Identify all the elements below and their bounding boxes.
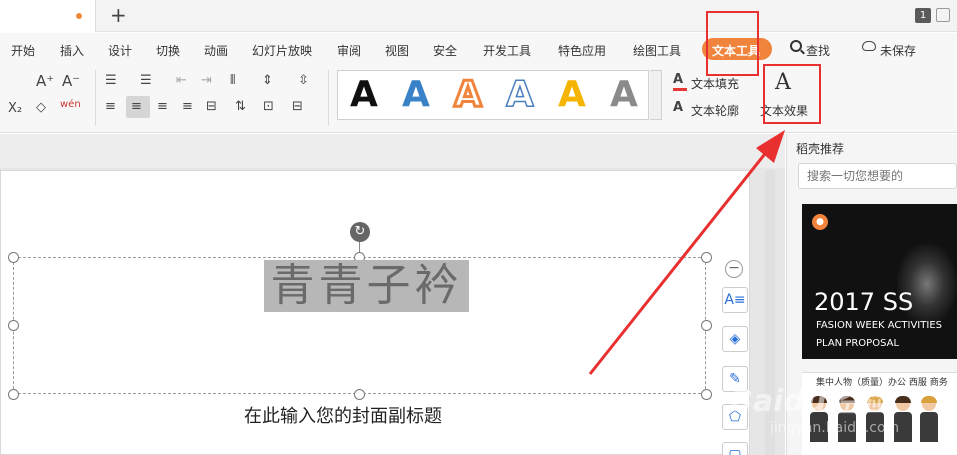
- subscript-icon[interactable]: X₂: [8, 101, 22, 117]
- card-heading: 2017 SS: [814, 288, 914, 316]
- increase-indent-icon[interactable]: ⇥: [201, 73, 212, 89]
- paragraph-spacing-icon[interactable]: ⇅: [235, 99, 246, 115]
- tab-transition[interactable]: 切换: [156, 42, 180, 59]
- panel-title[interactable]: 稻壳推荐: [796, 140, 844, 157]
- search-icon[interactable]: [790, 40, 802, 52]
- slide-subtitle[interactable]: 在此输入您的封面副标题: [244, 402, 442, 428]
- bullet-list-icon[interactable]: ☰: [105, 73, 117, 89]
- fill-color-bar: [673, 88, 687, 91]
- text-style-preset[interactable]: A: [610, 74, 638, 116]
- text-outline-icon[interactable]: A: [673, 100, 683, 116]
- resize-handle[interactable]: [701, 389, 712, 400]
- text-style-preset[interactable]: A: [453, 73, 484, 117]
- align-center-icon[interactable]: ≡: [131, 99, 142, 115]
- workspace-top-bar: [0, 134, 785, 168]
- text-style-preset[interactable]: A: [350, 74, 378, 116]
- rotate-handle-icon[interactable]: ↻: [350, 222, 370, 242]
- decrease-indent-icon[interactable]: ⇤: [176, 73, 187, 89]
- resize-handle[interactable]: [701, 252, 712, 263]
- card-subtitle: PLAN PROPOSAL: [816, 338, 900, 349]
- tab-slideshow[interactable]: 幻灯片放映: [252, 42, 312, 59]
- collapse-toolbar-icon[interactable]: −: [725, 260, 743, 278]
- new-tab-button[interactable]: +: [110, 4, 127, 26]
- text-fill-icon[interactable]: A: [673, 72, 683, 88]
- clear-format-icon[interactable]: ◇: [36, 100, 46, 116]
- annotation-box-text-tools: [706, 11, 759, 76]
- text-layout-icon[interactable]: A≡: [722, 287, 748, 313]
- text-direction-icon[interactable]: ⇳: [298, 73, 309, 89]
- ribbon-separator: [328, 70, 329, 126]
- resize-handle[interactable]: [8, 252, 19, 263]
- text-style-gallery: [337, 70, 649, 120]
- tab-home[interactable]: 开始: [11, 42, 35, 59]
- layers-icon[interactable]: ◈: [722, 326, 748, 352]
- resize-handle[interactable]: [354, 389, 365, 400]
- tab-insert[interactable]: 插入: [60, 42, 84, 59]
- tab-drawing-tools[interactable]: 绘图工具: [633, 42, 681, 59]
- window-count-badge[interactable]: 1: [915, 8, 931, 23]
- tab-features[interactable]: 特色应用: [558, 42, 606, 59]
- cloud-icon[interactable]: [862, 41, 876, 51]
- unsaved-dot: [76, 13, 82, 19]
- vertical-align-icon[interactable]: ⊟: [292, 99, 303, 115]
- title-bar: [0, 0, 957, 32]
- more-tool-icon[interactable]: ▢: [722, 442, 748, 455]
- tab-security[interactable]: 安全: [433, 42, 457, 59]
- resize-handle[interactable]: [701, 320, 712, 331]
- distribute-icon[interactable]: ⊟: [206, 99, 217, 115]
- phonetic-icon[interactable]: wén: [60, 97, 81, 113]
- text-style-preset[interactable]: A: [505, 73, 534, 116]
- find-button[interactable]: 查找: [806, 42, 830, 59]
- numbered-list-icon[interactable]: ☰: [140, 73, 152, 89]
- text-style-preset[interactable]: A: [402, 74, 430, 116]
- ribbon-separator: [95, 70, 96, 126]
- person-figure: [920, 396, 938, 455]
- annotation-box-text-effect: [763, 64, 821, 124]
- card-subtitle: FASION WEEK ACTIVITIES: [816, 320, 942, 331]
- text-style-preset[interactable]: A: [558, 74, 586, 116]
- watermark: Baidu经验: [730, 384, 887, 419]
- columns-icon[interactable]: ⫴: [230, 73, 235, 89]
- align-right-icon[interactable]: ≡: [157, 99, 168, 115]
- justify-icon[interactable]: ≡: [182, 99, 193, 115]
- slide-title[interactable]: 青青子衿: [264, 260, 469, 312]
- resize-handle[interactable]: [8, 389, 19, 400]
- save-status[interactable]: 未保存: [880, 42, 916, 59]
- window-menu-icon[interactable]: [936, 8, 950, 22]
- tab-view[interactable]: 视图: [385, 42, 409, 59]
- gallery-scroll-button[interactable]: [650, 70, 662, 120]
- font-shrink-icon[interactable]: A⁻: [62, 73, 80, 89]
- text-outline-button[interactable]: 文本轮廓: [691, 102, 739, 119]
- font-grow-icon[interactable]: A⁺: [36, 73, 54, 89]
- template-card[interactable]: ● 2017 SS FASION WEEK ACTIVITIES PLAN PR…: [802, 204, 957, 359]
- tab-review[interactable]: 审阅: [337, 42, 361, 59]
- watermark: jingyan.baidu.com: [770, 420, 900, 436]
- tab-design[interactable]: 设计: [108, 42, 132, 59]
- tab-animation[interactable]: 动画: [204, 42, 228, 59]
- flame-logo-icon: ●: [812, 214, 828, 230]
- align-left-icon[interactable]: ≡: [105, 99, 116, 115]
- resize-handle[interactable]: [8, 320, 19, 331]
- tab-developer[interactable]: 开发工具: [483, 42, 531, 59]
- panel-search-input[interactable]: [798, 163, 957, 189]
- line-spacing-icon[interactable]: ⇕: [262, 73, 273, 89]
- text-fill-button[interactable]: 文本填充: [691, 75, 739, 92]
- text-box-icon[interactable]: ⊡: [263, 99, 274, 115]
